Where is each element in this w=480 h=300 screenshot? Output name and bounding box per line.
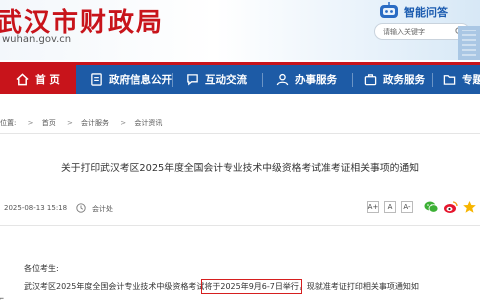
document-icon [91,73,102,86]
paragraph-text: 武汉考区2025年度全国会计专业技术中级资格考试 [24,282,205,291]
nav-item-info-disclosure[interactable]: 政府信息公开 [90,65,172,94]
nav-divider [432,73,433,87]
font-default-button[interactable]: A [384,201,396,213]
building-decoration [458,26,480,60]
article-title: 关于打印武汉考区2025年度全国会计专业技术中级资格考试准考证相关事项的通知 [60,163,420,174]
robot-icon[interactable] [377,2,401,20]
nav-label: 办事服务 [295,74,337,86]
article-source: 会计处 [92,205,113,213]
divider [0,133,480,134]
breadcrumb: 位置: > 首页 > 会计服务 > 会计资讯 [0,118,165,128]
highlighted-date: 将于2025年9月6-7日举行 [201,279,302,294]
wechat-share-icon[interactable] [424,200,439,214]
nav-item-interaction[interactable]: 互动交流 [186,65,247,94]
breadcrumb-accounting-news[interactable]: 会计资讯 [134,119,162,127]
home-icon [16,73,29,86]
weibo-share-icon[interactable] [443,200,458,214]
breadcrumb-separator: > [120,119,127,127]
site-url: wuhan.gov.cn [2,34,72,45]
smart-qa-link[interactable]: 智能问答 [404,4,448,20]
font-smaller-button[interactable]: A- [401,201,413,213]
breadcrumb-accounting-services[interactable]: 会计服务 [81,119,109,127]
nav-item-home[interactable]: 首 页 [0,65,76,94]
divider [0,225,480,226]
paragraph-text: ，现就准考证打印相关事项通知如 [298,282,419,291]
chat-icon [187,74,198,86]
breadcrumb-home[interactable]: 首页 [42,119,56,127]
folder-icon [443,75,456,85]
qzone-share-icon[interactable] [462,200,477,214]
nav-label: 政府信息公开 [109,74,172,86]
nav-divider [262,73,263,87]
nav-label: 首 页 [35,74,60,86]
search-box [374,23,470,40]
article-paragraph: 武汉考区2025年度全国会计专业技术中级资格考试将于2025年9月6-7日举行，… [24,279,419,294]
main-nav: 首 页 政府信息公开 互动交流 办事服务 政务服务 专题 [0,62,480,94]
nav-divider [352,73,353,87]
breadcrumb-separator: > [27,119,34,127]
breadcrumb-prefix: 位置: [0,119,17,127]
nav-label: 专题专栏 [462,74,480,86]
search-input[interactable] [383,25,455,39]
paragraph-continuation: 下: [0,296,7,300]
breadcrumb-separator: > [66,119,73,127]
publish-date: 2025-08-13 15:18 [4,204,68,212]
person-icon [276,73,289,86]
nav-label: 政务服务 [383,74,425,86]
font-larger-button[interactable]: A+ [367,201,379,213]
source-icon [76,203,86,213]
briefcase-icon [364,74,377,86]
greeting: 各位考生: [24,264,59,273]
nav-item-gov-services[interactable]: 政务服务 [364,65,425,94]
site-header: 武汉市财政局 wuhan.gov.cn 智能问答 [0,0,480,60]
nav-item-services[interactable]: 办事服务 [276,65,337,94]
nav-divider [172,73,173,87]
nav-item-special-topics[interactable]: 专题专栏 [443,65,480,94]
nav-label: 互动交流 [205,74,247,86]
